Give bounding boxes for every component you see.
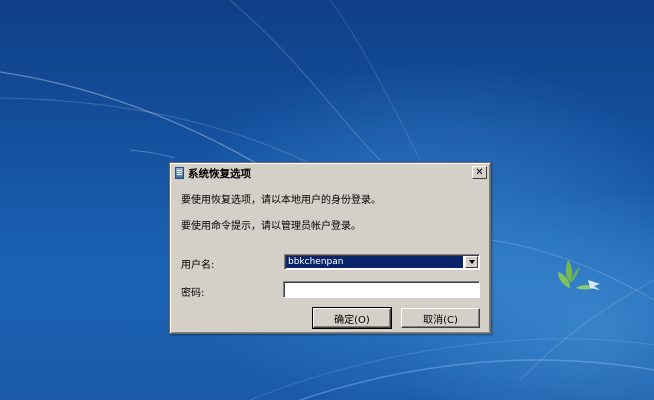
dialog-title: 系统恢复选项 <box>188 168 251 180</box>
system-recovery-icon <box>175 167 184 179</box>
dialog-titlebar[interactable]: 系统恢复选项 ✕ <box>172 165 488 181</box>
dropdown-arrow-button[interactable] <box>465 256 478 268</box>
cmd-login-message: 要使用命令提示，请以管理员帐户登录。 <box>181 221 361 232</box>
chevron-down-icon <box>468 260 475 264</box>
password-label: 密码: <box>181 288 205 299</box>
system-recovery-dialog: 系统恢复选项 ✕ 要使用恢复选项，请以本地用户的身份登录。 要使用命令提示，请以… <box>169 162 491 334</box>
username-dropdown[interactable]: bbkchenpan <box>284 254 480 270</box>
ok-button[interactable]: 确定(O) <box>312 307 392 329</box>
cancel-button[interactable]: 取消(C) <box>401 308 480 328</box>
username-selected-value: bbkchenpan <box>286 256 463 268</box>
close-icon: ✕ <box>475 166 484 178</box>
password-input[interactable] <box>283 281 480 298</box>
close-button[interactable]: ✕ <box>472 166 487 179</box>
username-label: 用户名: <box>181 260 215 271</box>
recovery-login-message: 要使用恢复选项，请以本地用户的身份登录。 <box>181 195 381 206</box>
